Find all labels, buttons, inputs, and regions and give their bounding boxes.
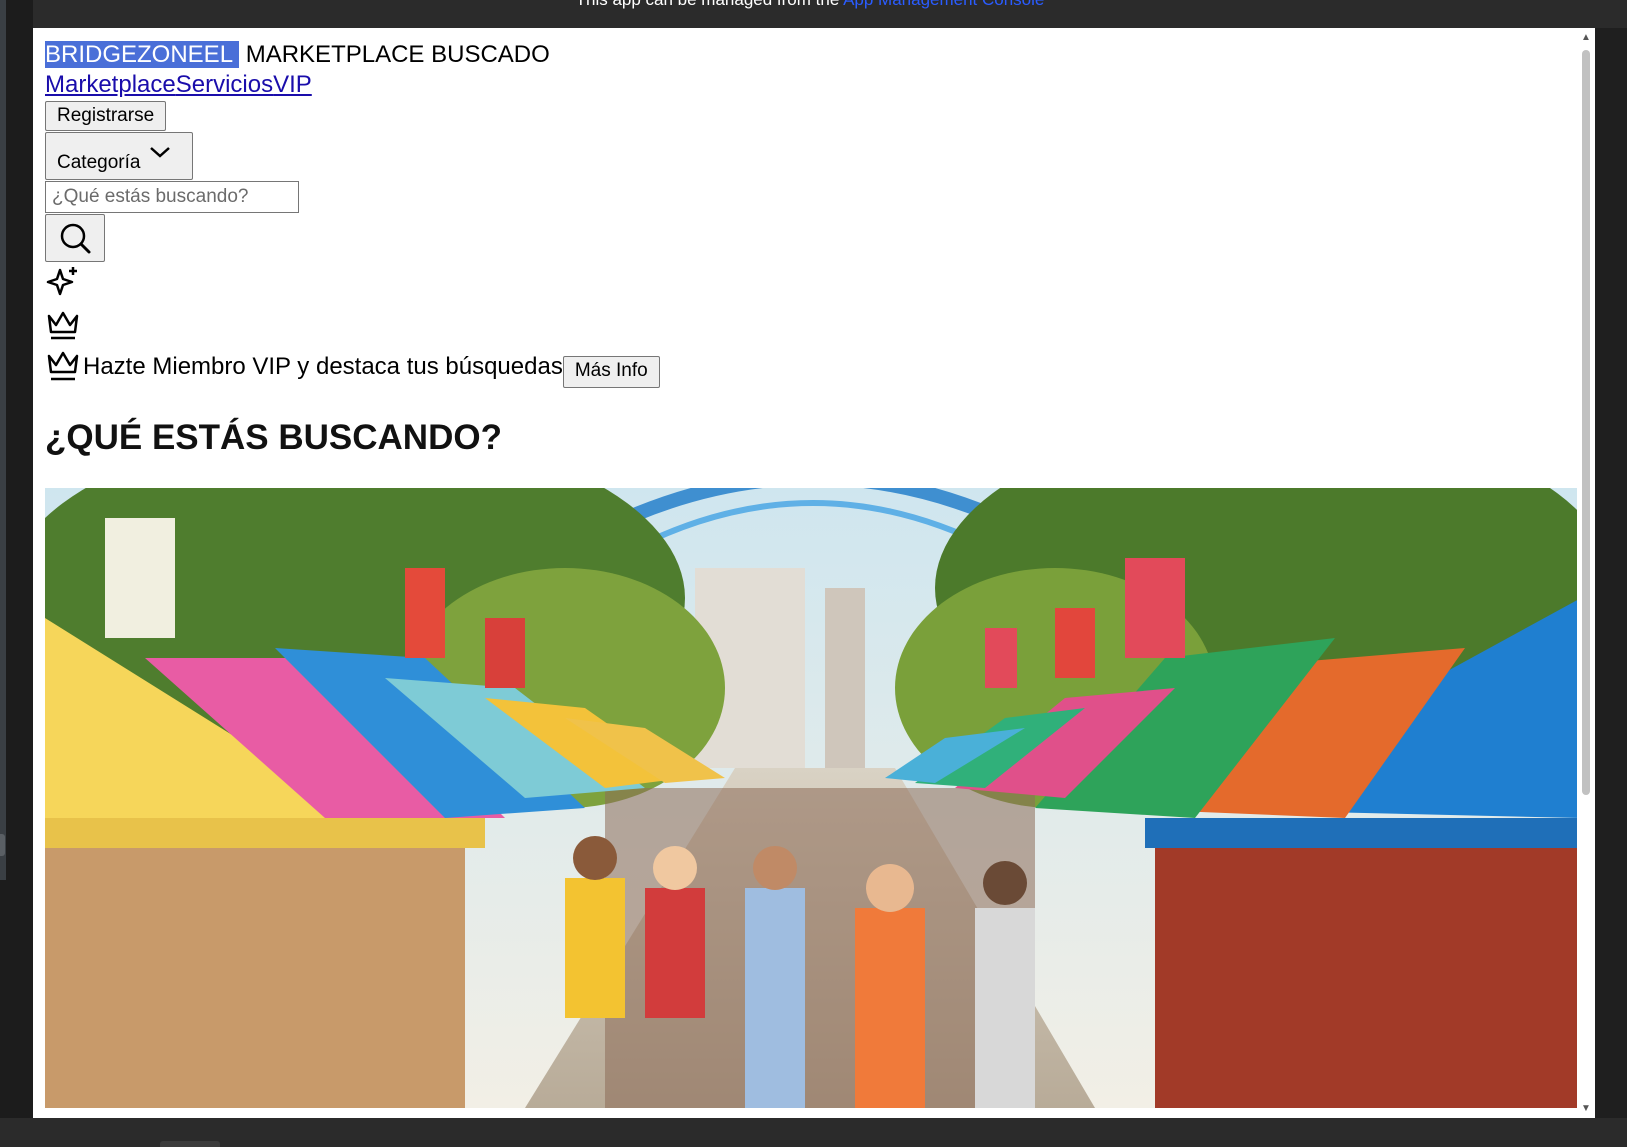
taskbar-tab[interactable] <box>160 1141 220 1147</box>
page-title: ¿QUÉ ESTÁS BUSCANDO? <box>45 418 502 457</box>
register-button[interactable]: Registrarse <box>45 101 167 131</box>
category-dropdown[interactable]: Categoría <box>45 132 193 180</box>
market-illustration <box>45 488 1581 1108</box>
nav-link-vip[interactable]: VIP <box>273 71 312 98</box>
taskbar <box>0 1118 1627 1147</box>
crown-icon <box>47 351 79 381</box>
app-management-console-link[interactable]: App Management Console <box>843 0 1044 9</box>
more-info-button[interactable]: Más Info <box>562 356 660 388</box>
chevron-down-icon <box>150 147 171 158</box>
sparkles-icon <box>46 267 77 296</box>
category-label: Categoría <box>57 152 141 173</box>
browser-viewport: BRIDGEZONEEL MARKETPLACE BUSCADO Marketp… <box>33 28 1595 1118</box>
scroll-up-arrow-icon[interactable]: ▲ <box>1581 32 1591 43</box>
main-nav: MarketplaceServiciosVIP <box>45 70 1575 100</box>
crown-icon <box>47 311 79 340</box>
vip-banner-text: Hazte Miembro VIP y destaca tus búsqueda… <box>83 353 563 380</box>
ai-search-action[interactable] <box>45 262 1575 304</box>
brand-name-selected: BRIDGEZONEEL <box>45 41 240 68</box>
search-icon <box>60 223 91 254</box>
vertical-scrollbar[interactable]: ▲ ▼ <box>1577 28 1595 1118</box>
search-button[interactable] <box>45 214 105 262</box>
managed-app-notice: This app can be managed from the App Man… <box>33 0 1627 28</box>
vip-banner: Hazte Miembro VIP y destaca tus búsqueda… <box>45 346 1575 388</box>
scrollbar-thumb[interactable] <box>1582 50 1590 795</box>
site-header: BRIDGEZONEEL MARKETPLACE BUSCADO <box>45 40 1575 70</box>
hero-image <box>45 488 1581 1108</box>
scroll-down-arrow-icon[interactable]: ▼ <box>1581 1103 1591 1114</box>
page-content: BRIDGEZONEEL MARKETPLACE BUSCADO Marketp… <box>45 40 1581 1108</box>
window-resize-handle[interactable] <box>0 834 5 856</box>
window-left-strip <box>0 0 33 1147</box>
vip-action[interactable] <box>45 304 1575 346</box>
nav-link-servicios[interactable]: Servicios <box>176 71 273 98</box>
search-input[interactable] <box>45 181 299 213</box>
notice-text: This app can be managed from the <box>576 0 840 9</box>
brand-subtitle: MARKETPLACE BUSCADO <box>245 41 550 68</box>
window-edge <box>0 0 6 880</box>
nav-link-marketplace[interactable]: Marketplace <box>45 71 176 98</box>
